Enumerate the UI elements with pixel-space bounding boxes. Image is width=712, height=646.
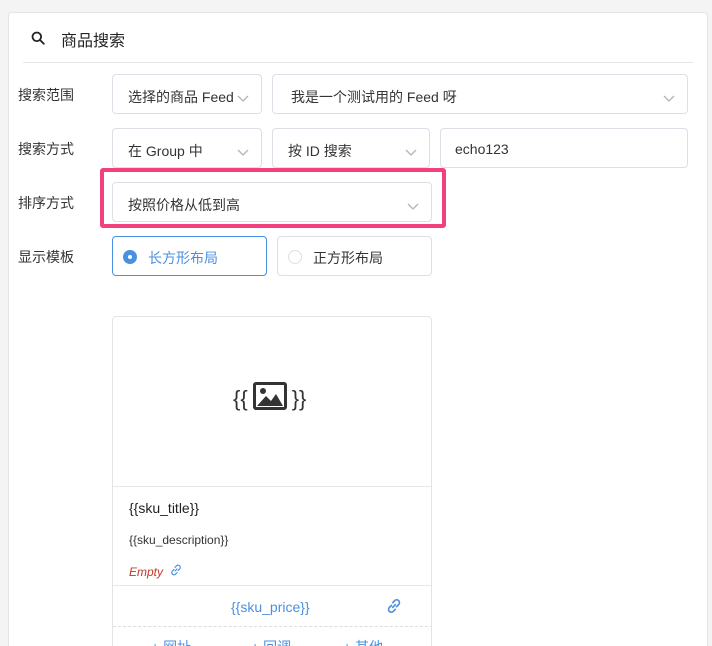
scope-label: 搜索范围 [18,87,74,103]
placeholder-brace-right: }} [291,386,307,411]
chevron-down-icon [405,144,417,162]
chevron-down-icon [237,90,249,108]
product-preview-card: {{ }} {{sku_title}} {{sku_description}} … [112,316,432,646]
search-id-input[interactable]: echo123 [440,128,688,168]
card-actions: + 网址 + 回调 + 其他 [113,635,431,646]
template-option-label: 长方形布局 [148,250,218,266]
link-icon [169,563,183,580]
link-icon[interactable] [385,597,403,620]
sort-value: 按照价格从低到高 [128,197,240,213]
feed-value: 我是一个测试用的 Feed 呀 [291,89,457,105]
add-url-button[interactable]: + 网址 [151,637,191,646]
card-price-row[interactable]: {{sku_price}} [113,585,431,627]
radio-checked-icon [123,250,137,264]
card-title: {{sku_title}} [129,500,200,516]
card-description: {{sku_description}} [129,533,229,547]
template-label: 显示模板 [18,249,74,265]
sort-label: 排序方式 [18,195,74,211]
search-by-select[interactable]: 按 ID 搜索 [272,128,430,168]
panel-header: 商品搜索 [23,13,693,63]
feed-select[interactable]: 我是一个测试用的 Feed 呀 [272,74,688,114]
placeholder-brace-left: {{ [233,386,248,411]
template-option-rect[interactable]: 长方形布局 [112,236,267,276]
sort-select[interactable]: 按照价格从低到高 [112,182,432,222]
chevron-down-icon [407,198,419,216]
template-option-label: 正方形布局 [313,250,383,266]
group-scope-select[interactable]: 在 Group 中 [112,128,262,168]
search-id-value: echo123 [455,141,509,157]
feed-type-value: 选择的商品 Feed [128,89,234,105]
panel-title: 商品搜索 [61,33,126,50]
radio-unchecked-icon [288,250,302,264]
card-empty-link[interactable]: Empty [129,563,183,580]
image-icon [252,381,288,417]
card-image-area: {{ }} [113,317,431,487]
template-option-square[interactable]: 正方形布局 [277,236,432,276]
chevron-down-icon [237,144,249,162]
search-icon [31,31,45,50]
image-placeholder: {{ }} [233,381,306,417]
feed-type-select[interactable]: 选择的商品 Feed [112,74,262,114]
method-label: 搜索方式 [18,141,74,157]
card-price: {{sku_price}} [231,599,310,615]
chevron-down-icon [663,90,675,108]
search-by-value: 按 ID 搜索 [288,143,352,159]
group-scope-value: 在 Group 中 [128,143,203,159]
add-other-button[interactable]: + 其他 [343,637,383,646]
add-callback-button[interactable]: + 回调 [251,637,291,646]
empty-text: Empty [129,564,164,579]
